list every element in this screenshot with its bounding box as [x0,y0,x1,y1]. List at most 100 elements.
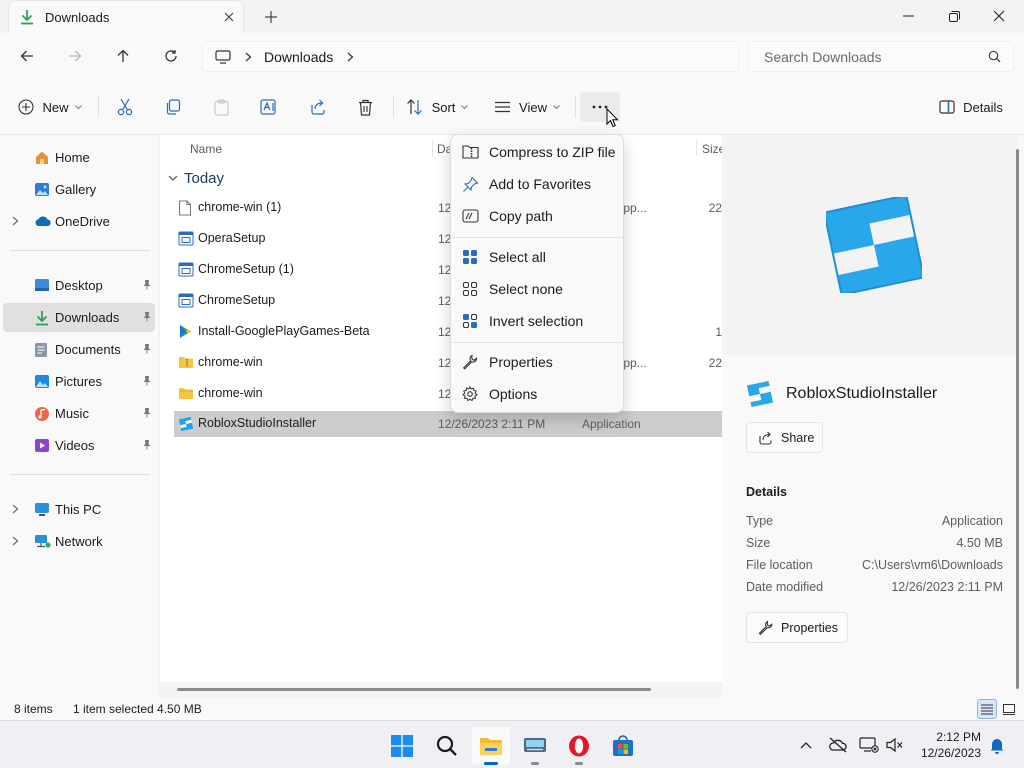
pin-icon[interactable] [142,407,152,418]
menu-item-options[interactable]: Options [455,379,621,409]
table-row[interactable]: RobloxStudioInstaller 12/26/2023 2:11 PM… [174,411,722,437]
scrollbar-thumb[interactable] [177,688,651,691]
group-header-today[interactable]: Today [168,170,224,187]
vertical-scrollbar[interactable] [1016,149,1019,689]
navigation-pane: Home Gallery OneDrive Desktop Downloads [0,135,158,698]
show-hidden-icons-chevron-icon[interactable] [796,735,816,755]
search-taskbar-button[interactable] [428,727,466,765]
close-tab-icon[interactable] [215,3,243,31]
onedrive-offline-icon[interactable] [828,735,848,755]
tiles-view-toggle[interactable] [999,699,1019,719]
chevron-right-icon[interactable] [245,52,252,62]
forward-arrow-icon[interactable] [59,41,91,71]
menu-item-compress-zip[interactable]: Compress to ZIP file [455,137,621,167]
menu-item-label: Select none [489,281,563,297]
sidebar-item-downloads[interactable]: Downloads [3,303,155,332]
item-count: 8 items [14,702,53,716]
properties-button[interactable]: Properties [746,612,848,643]
application-icon [178,293,194,308]
notification-bell-icon[interactable] [987,735,1007,755]
rename-button[interactable] [253,92,285,122]
new-button[interactable]: New [14,92,86,122]
paste-button[interactable] [205,92,237,122]
sidebar-item-onedrive[interactable]: OneDrive [3,207,155,236]
sidebar-item-pictures[interactable]: Pictures [3,367,155,396]
new-tab-icon[interactable] [258,4,284,30]
table-row[interactable]: chrome-win (1) 12 ssed (zipp... 22 [174,195,722,221]
share-button[interactable]: Share [746,422,823,453]
chevron-right-icon[interactable] [12,536,19,546]
sidebar-item-music[interactable]: Music [3,399,155,428]
view-lines-icon [494,101,511,113]
taskbar-microsoft-store[interactable] [604,727,642,765]
breadcrumb-downloads[interactable]: Downloads [264,49,333,65]
sidebar-item-this-pc[interactable]: This PC [3,495,155,524]
active-indicator [484,762,498,765]
sort-button[interactable]: Sort [404,92,470,122]
taskbar-opera[interactable] [560,727,598,765]
address-box[interactable]: Downloads [202,41,739,72]
close-window-icon[interactable] [976,0,1022,32]
chevron-right-icon[interactable] [12,216,19,226]
file-name: OperaSetup [198,231,266,245]
sidebar-item-gallery[interactable]: Gallery [3,175,155,204]
pin-icon[interactable] [142,279,152,290]
column-header-name[interactable]: Name [190,142,222,156]
search-input[interactable] [764,48,988,65]
search-box[interactable] [748,41,1014,72]
menu-item-invert-selection[interactable]: Invert selection [455,306,621,336]
volume-muted-icon[interactable] [885,735,905,755]
chevron-right-icon[interactable] [347,52,354,62]
pictures-icon [34,374,50,389]
sidebar-item-videos[interactable]: Videos [3,431,155,460]
pin-icon[interactable] [142,375,152,386]
menu-item-select-none[interactable]: Select none [455,274,621,304]
pin-icon[interactable] [142,439,152,450]
chevron-down-icon [553,104,560,110]
cut-button[interactable] [109,92,141,122]
taskbar-terminal[interactable] [516,727,554,765]
up-arrow-icon[interactable] [107,41,139,71]
sort-icon [406,99,424,115]
pin-icon[interactable] [142,343,152,354]
sidebar-item-home[interactable]: Home [3,143,155,172]
start-button[interactable] [383,727,421,765]
horizontal-scrollbar[interactable] [160,682,722,698]
table-row[interactable]: chrome-win 12 ssed (zipp... 22 [174,350,722,376]
sidebar-item-network[interactable]: Network [3,527,155,556]
table-row[interactable]: chrome-win 12 er [174,381,722,407]
minimize-icon[interactable] [885,0,931,32]
back-arrow-icon[interactable] [11,41,43,71]
pin-icon[interactable] [142,311,152,322]
details-pane-button[interactable]: Details [932,92,1010,122]
menu-item-add-favorites[interactable]: Add to Favorites [455,169,621,199]
clock[interactable]: 2:12 PM 12/26/2023 [917,729,981,761]
music-icon [34,406,50,422]
search-icon[interactable] [988,50,1001,63]
file-list: Name Da Size Today chrome-win (1) 12 sse… [160,135,725,698]
property-label: Size [746,536,771,550]
chevron-right-icon[interactable] [12,504,19,514]
view-button[interactable]: View [492,92,562,122]
menu-item-properties[interactable]: Properties [455,347,621,377]
table-row[interactable]: ChromeSetup 12 ation [174,288,722,314]
tab-downloads[interactable]: Downloads [8,0,244,33]
column-divider[interactable] [432,140,433,156]
taskbar-file-explorer[interactable] [472,727,510,765]
restore-icon[interactable] [931,0,977,32]
table-row[interactable]: ChromeSetup (1) 12 ation [174,257,722,283]
table-row[interactable]: OperaSetup 12 ation [174,226,722,252]
delete-button[interactable] [349,92,381,122]
column-divider[interactable] [696,140,697,156]
network-status-icon[interactable] [859,735,879,755]
share-button[interactable] [301,92,333,122]
details-view-toggle[interactable] [977,699,997,719]
onedrive-icon [34,214,52,228]
sidebar-item-desktop[interactable]: Desktop [3,271,155,300]
refresh-icon[interactable] [155,41,187,71]
menu-item-select-all[interactable]: Select all [455,242,621,272]
sidebar-item-documents[interactable]: Documents [3,335,155,364]
table-row[interactable]: Install-GooglePlayGames-Beta 12 ation 1 [174,319,722,345]
menu-item-copy-path[interactable]: Copy path [455,201,621,231]
copy-button[interactable] [157,92,189,122]
